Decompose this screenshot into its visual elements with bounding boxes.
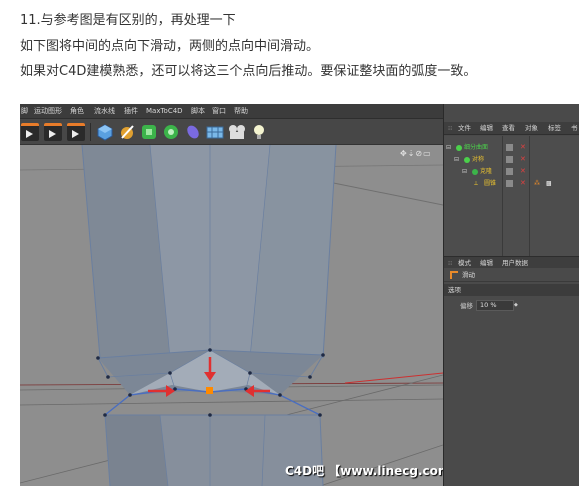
toolbar-divider xyxy=(90,123,91,141)
panel-grip-icon: ⁝⁝ xyxy=(448,124,453,132)
vertex-point[interactable] xyxy=(278,393,282,397)
c4d-screenshot: 脚 运动图形 角色 流水线 插件 MaxToC4D 脚本 窗口 帮助 ✥⇣⊘▭ … xyxy=(20,104,579,486)
deformer-icon[interactable] xyxy=(184,123,202,141)
cube-icon[interactable] xyxy=(96,123,114,141)
spinner-icon[interactable]: ◆ xyxy=(514,300,520,311)
render-queue-icon[interactable] xyxy=(67,123,85,141)
object-manager-menu: ⁝⁝ 文件 编辑 查看 对象 标签 书 xyxy=(444,122,579,135)
menu-item-window[interactable]: 窗口 xyxy=(212,106,226,116)
viewport-nav-icons[interactable]: ✥⇣⊘▭ xyxy=(400,149,442,159)
phong-tag-icon[interactable]: ⁂ xyxy=(534,179,540,188)
3d-viewport[interactable] xyxy=(20,145,443,486)
tool-mode-label: 滑动 xyxy=(462,271,475,279)
camera-icon[interactable] xyxy=(228,123,246,141)
offset-label: 偏移 xyxy=(460,302,473,310)
light-icon[interactable] xyxy=(250,123,268,141)
cloner-icon xyxy=(472,169,478,175)
toolbar xyxy=(20,119,443,145)
disabled-icon[interactable]: ✕ xyxy=(520,178,526,188)
disabled-icon[interactable]: ✕ xyxy=(520,142,526,152)
render-settings-icon[interactable] xyxy=(44,123,62,141)
menu-item-maxtoc4d[interactable]: MaxToC4D xyxy=(146,106,183,116)
object-name: 圆锥 xyxy=(484,180,497,187)
menu-item-scripts[interactable]: 脚本 xyxy=(191,106,205,116)
expand-icon[interactable]: ⊟ xyxy=(462,167,467,176)
vertex-point[interactable] xyxy=(318,413,322,417)
offset-input[interactable]: 10 % xyxy=(476,300,514,311)
am-menu-mode[interactable]: 模式 xyxy=(458,259,471,267)
object-list: ⊟ 细分曲面 ✕ ⊟ 对称 ✕ ⊟ 克隆 ✕ ⟂ 圆锥 ✕ ⁂ ▩ xyxy=(444,136,579,256)
tool-mode-row: 滑动 xyxy=(444,268,579,282)
vertex-point[interactable] xyxy=(248,371,252,375)
vertex-point[interactable] xyxy=(208,413,212,417)
attribute-manager-menu: ⁝⁝ 模式 编辑 用户数据 xyxy=(444,256,579,268)
menu-item-character[interactable]: 角色 xyxy=(70,106,84,116)
options-section[interactable]: 选项 xyxy=(444,284,579,296)
render-view-icon[interactable] xyxy=(21,123,39,141)
polygon-object-icon: ⟂ xyxy=(474,180,479,187)
menu-item-help[interactable]: 帮助 xyxy=(234,106,248,116)
visibility-flag-icon[interactable] xyxy=(506,156,513,163)
right-panel: ⁝⁝ 文件 编辑 查看 对象 标签 书 ⊟ 细分曲面 ✕ ⊟ 对称 ✕ ⊟ 克隆… xyxy=(443,104,579,486)
instruction-line-2: 如下图将中间的点向下滑动，两侧的点向中间滑动。 xyxy=(20,39,320,54)
am-menu-edit[interactable]: 编辑 xyxy=(480,259,493,267)
om-menu-view[interactable]: 查看 xyxy=(502,124,515,133)
section-title: 选项 xyxy=(448,286,461,294)
slide-tool-icon xyxy=(450,271,458,279)
menu-item-plugins[interactable]: 插件 xyxy=(124,106,138,116)
instruction-line-3: 如果对C4D建模熟悉，还可以将这三个点向后推动。要保证整块面的弧度一致。 xyxy=(20,64,477,79)
disabled-icon[interactable]: ✕ xyxy=(520,154,526,164)
vertex-point[interactable] xyxy=(103,413,107,417)
vertex-point[interactable] xyxy=(128,393,132,397)
object-row[interactable]: ⊟ 细分曲面 ✕ xyxy=(444,142,579,153)
subdivide-icon[interactable] xyxy=(140,123,158,141)
object-row[interactable]: ⟂ 圆锥 ✕ ⁂ ▩ xyxy=(444,178,579,189)
material-tag-icon[interactable]: ▩ xyxy=(546,179,552,188)
am-menu-userdata[interactable]: 用户数据 xyxy=(502,259,528,267)
vertex-point[interactable] xyxy=(96,356,100,360)
om-menu-object[interactable]: 对象 xyxy=(525,124,538,133)
menu-item-script[interactable]: 脚 xyxy=(21,106,28,116)
column-divider xyxy=(529,136,530,256)
om-menu-tags[interactable]: 标签 xyxy=(548,124,561,133)
vertex-point[interactable] xyxy=(168,371,172,375)
subdivision-surface-icon xyxy=(456,145,462,151)
menu-item-mograph[interactable]: 运动图形 xyxy=(34,106,62,116)
pen-icon[interactable] xyxy=(118,123,136,141)
object-name: 克隆 xyxy=(480,168,493,175)
object-row[interactable]: ⊟ 对称 ✕ xyxy=(444,154,579,165)
object-row[interactable]: ⊟ 克隆 ✕ xyxy=(444,166,579,177)
menu-bar: 脚 运动图形 角色 流水线 插件 MaxToC4D 脚本 窗口 帮助 xyxy=(20,104,443,119)
vertex-point[interactable] xyxy=(321,353,325,357)
object-name: 对称 xyxy=(472,156,485,163)
om-menu-bookmarks[interactable]: 书 xyxy=(571,124,578,133)
column-divider xyxy=(502,136,503,256)
panel-grip-icon: ⁝⁝ xyxy=(448,259,453,267)
om-menu-edit[interactable]: 编辑 xyxy=(480,124,493,133)
expand-icon[interactable]: ⊟ xyxy=(454,155,459,164)
menu-item-pipeline[interactable]: 流水线 xyxy=(94,106,115,116)
object-name: 细分曲面 xyxy=(464,144,489,151)
vertex-point[interactable] xyxy=(208,348,212,352)
offset-field-row: 偏移 10 % ◆ xyxy=(444,300,579,312)
instruction-line-1: 11.与参考图是有区别的，再处理一下 xyxy=(20,13,236,28)
symmetry-icon xyxy=(464,157,470,163)
vertex-point[interactable] xyxy=(308,375,312,379)
om-menu-file[interactable]: 文件 xyxy=(458,124,471,133)
visibility-flag-icon[interactable] xyxy=(506,180,513,187)
array-icon[interactable] xyxy=(162,123,180,141)
selected-vertex[interactable] xyxy=(206,387,213,394)
vertex-point[interactable] xyxy=(106,375,110,379)
visibility-flag-icon[interactable] xyxy=(506,144,513,151)
floor-icon[interactable] xyxy=(206,123,224,141)
expand-icon[interactable]: ⊟ xyxy=(446,143,451,152)
attribute-body xyxy=(444,316,579,486)
visibility-flag-icon[interactable] xyxy=(506,168,513,175)
disabled-icon[interactable]: ✕ xyxy=(520,166,526,176)
